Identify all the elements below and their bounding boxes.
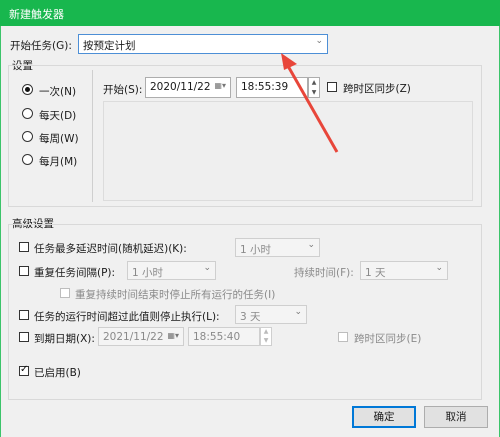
- arrow-head: [281, 53, 297, 70]
- arrow-shaft: [286, 65, 339, 153]
- annotation-arrow: [281, 53, 339, 153]
